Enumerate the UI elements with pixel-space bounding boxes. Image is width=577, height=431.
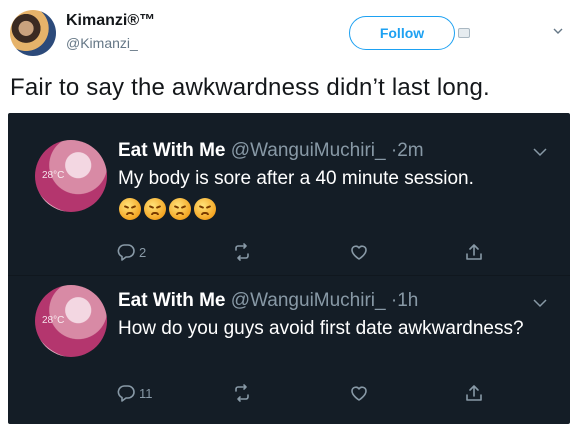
tweet-body: My body is sore after a 40 minute sessio… xyxy=(118,168,474,189)
heart-icon xyxy=(351,386,367,401)
retweet-icon xyxy=(235,243,249,261)
tweet-header: Eat With Me @WanguiMuchiri_ ·1h xyxy=(118,290,418,312)
reply-action: 2 xyxy=(116,241,146,263)
share-action xyxy=(464,382,484,404)
reply-action: 11 xyxy=(116,382,153,404)
retweet-icon xyxy=(235,384,249,402)
embedded-tweet: 28°C Eat With Me @WanguiMuchiri_ ·2m My … xyxy=(8,113,570,275)
author-handle[interactable]: @Kimanzi_ xyxy=(66,35,138,51)
embedded-tweet: 28°C Eat With Me @WanguiMuchiri_ ·1h How… xyxy=(8,276,570,424)
like-action xyxy=(349,382,369,404)
chevron-down-icon xyxy=(533,299,547,308)
tweet-author-handle: @WanguiMuchiri_ xyxy=(230,290,386,311)
persevering-face-icon xyxy=(144,198,166,220)
tweet-timestamp: 1h xyxy=(397,290,419,311)
persevering-face-icon xyxy=(194,198,216,220)
chevron-down-icon xyxy=(533,148,547,157)
tweet-author-name: Eat With Me xyxy=(118,290,226,311)
avatar: 28°C xyxy=(35,285,107,357)
retweet-action xyxy=(232,382,252,404)
avatar: 28°C xyxy=(35,140,107,212)
tweet-actions: 2 xyxy=(116,241,536,263)
chevron-down-icon[interactable] xyxy=(553,26,563,36)
tweet-actions: 11 xyxy=(116,382,536,404)
share-action xyxy=(464,241,484,263)
reply-icon xyxy=(117,385,135,402)
share-icon xyxy=(466,244,482,260)
like-action xyxy=(349,241,369,263)
tweet-body: How do you guys avoid first date awkward… xyxy=(118,318,524,339)
reply-count: 2 xyxy=(139,244,147,260)
heart-icon xyxy=(351,245,367,260)
emoji-row xyxy=(119,198,216,220)
follow-badge-icon xyxy=(458,28,470,38)
reply-icon xyxy=(117,244,135,261)
tweet-timestamp: 2m xyxy=(397,140,424,161)
reply-count: 11 xyxy=(139,385,153,401)
tweet-header: Eat With Me @WanguiMuchiri_ ·2m xyxy=(118,140,424,162)
avatar-overlay-text: 28°C xyxy=(42,315,65,326)
follow-button[interactable]: Follow xyxy=(349,16,455,50)
persevering-face-icon xyxy=(119,198,141,220)
tweet-text: Fair to say the awkwardness didn’t last … xyxy=(10,74,490,101)
tweet-author-name: Eat With Me xyxy=(118,140,226,161)
author-avatar[interactable] xyxy=(10,10,56,56)
share-icon xyxy=(466,385,482,401)
tweet-author-handle: @WanguiMuchiri_ xyxy=(230,140,386,161)
embedded-screenshot: 28°C Eat With Me @WanguiMuchiri_ ·2m My … xyxy=(8,113,570,424)
retweet-action xyxy=(232,241,252,263)
author-name[interactable]: Kimanzi®™ xyxy=(66,12,155,30)
avatar-overlay-text: 28°C xyxy=(42,170,65,181)
persevering-face-icon xyxy=(169,198,191,220)
